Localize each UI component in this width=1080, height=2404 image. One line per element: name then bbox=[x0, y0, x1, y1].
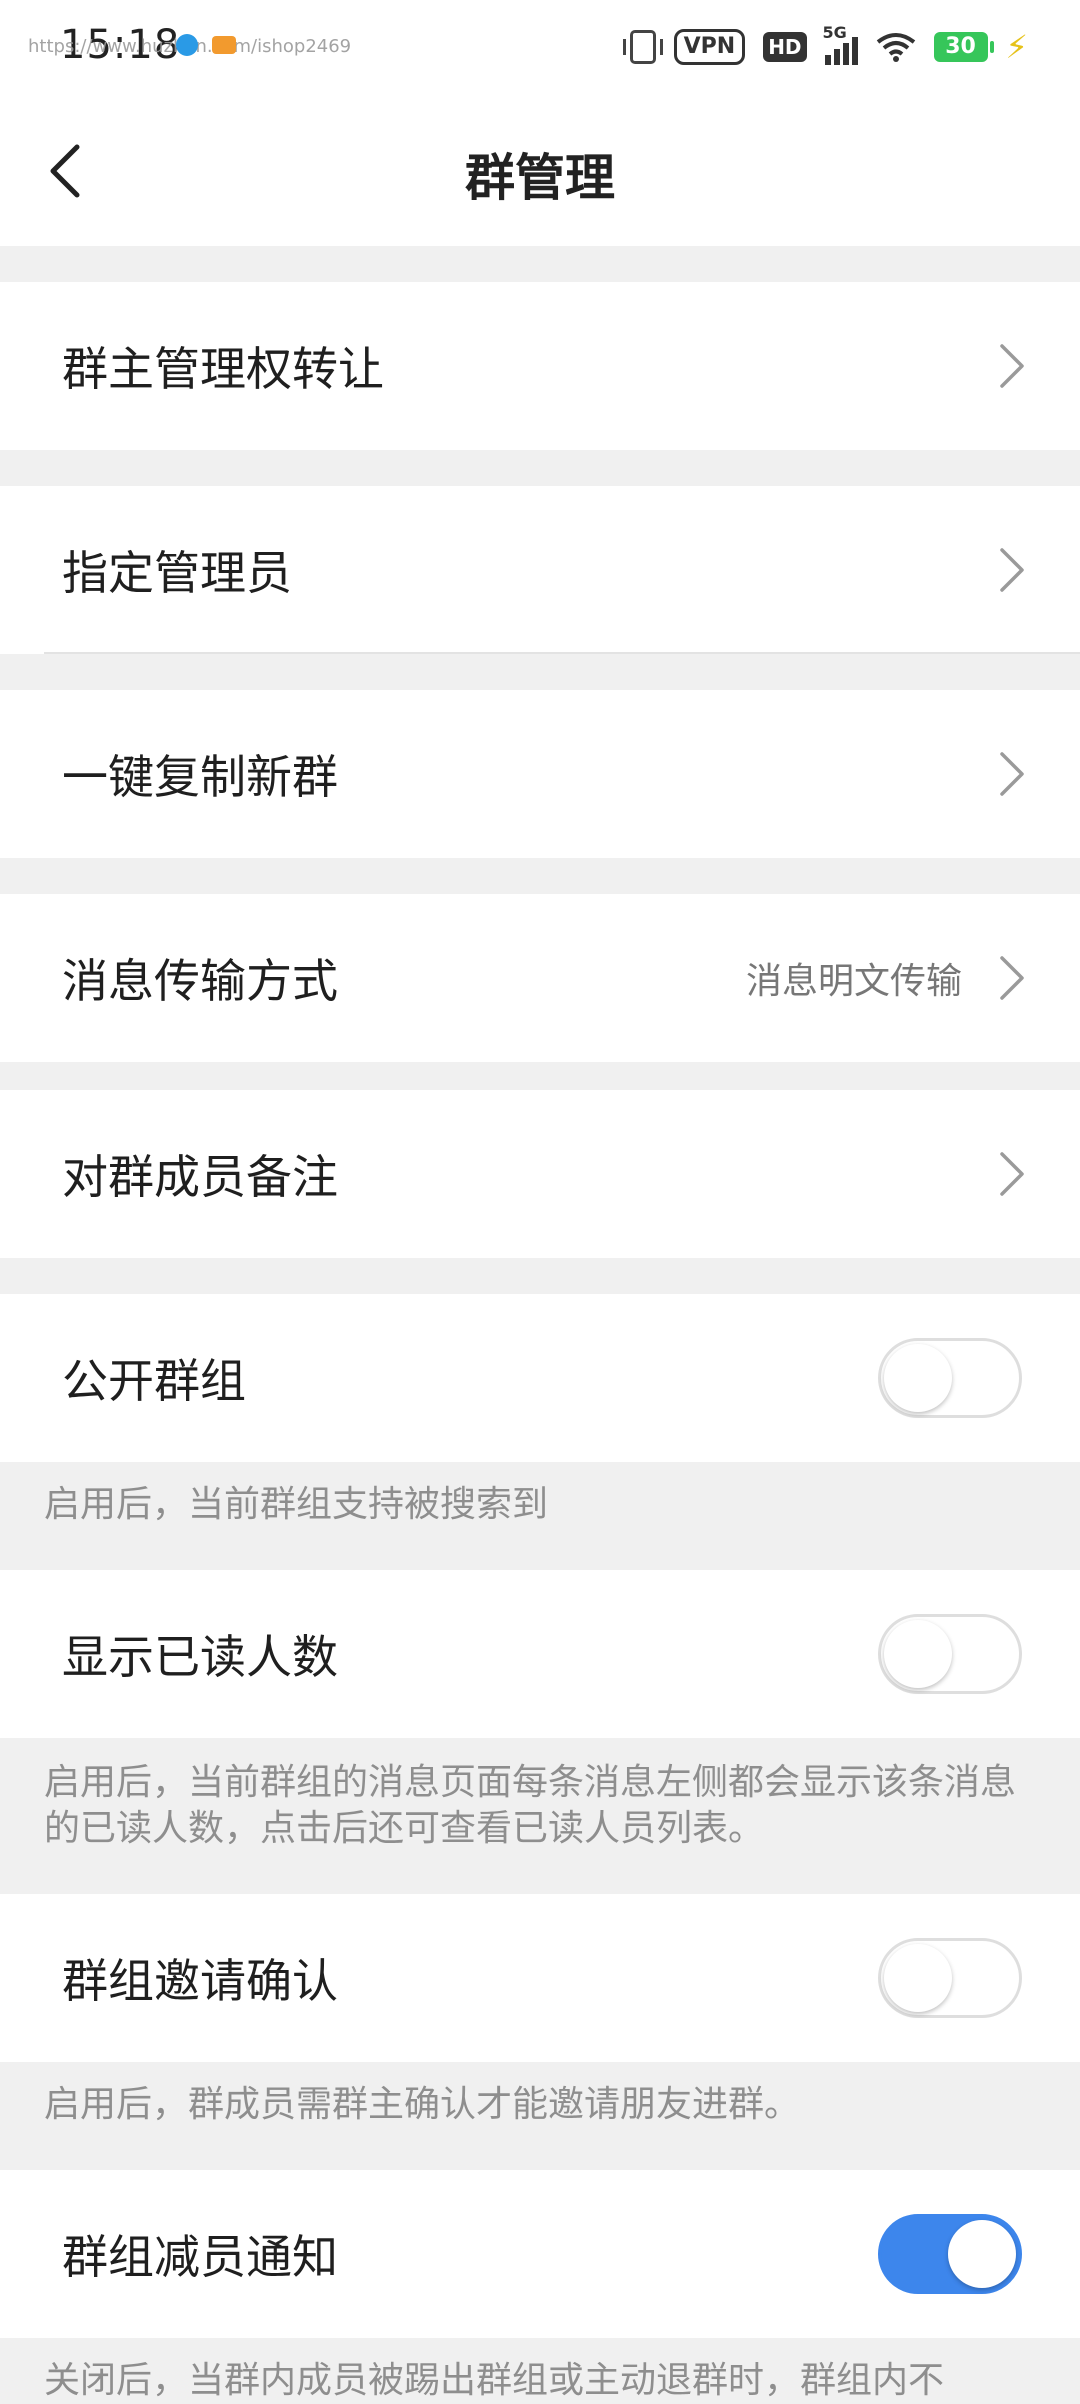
chevron-right-icon bbox=[1000, 956, 1024, 1000]
member-remarks-label: 对群成员备注 bbox=[62, 1150, 338, 1204]
chevron-right-icon bbox=[1000, 1152, 1024, 1196]
read-count-label: 显示已读人数 bbox=[62, 1630, 338, 1684]
message-notification-icon bbox=[212, 36, 236, 54]
divider bbox=[44, 652, 1080, 654]
read-count-description: 启用后，当前群组的消息页面每条消息左侧都会显示该条消息的已读人数，点击后还可查看… bbox=[44, 1762, 1017, 1849]
public-group-row: 公开群组 bbox=[0, 1294, 1080, 1462]
battery-icon: 30 bbox=[933, 32, 994, 62]
chevron-right-icon bbox=[1000, 548, 1024, 592]
leave-notice-toggle[interactable] bbox=[878, 2214, 1022, 2294]
copy-group-label: 一键复制新群 bbox=[62, 750, 338, 804]
toggle-knob bbox=[884, 1620, 952, 1688]
leave-notice-label: 群组减员通知 bbox=[62, 2230, 338, 2284]
toggle-knob bbox=[884, 1344, 952, 1412]
member-remarks-row[interactable]: 对群成员备注 bbox=[0, 1090, 1080, 1258]
public-group-toggle[interactable] bbox=[878, 1338, 1022, 1418]
status-left-icons bbox=[176, 34, 236, 56]
transfer-ownership-row[interactable]: 群主管理权转让 bbox=[0, 282, 1080, 450]
invite-confirm-description: 启用后，群成员需群主确认才能邀请朋友进群。 bbox=[44, 2084, 801, 2125]
assign-admins-label: 指定管理员 bbox=[62, 546, 292, 600]
invite-confirm-row: 群组邀请确认 bbox=[0, 1894, 1080, 2062]
read-count-row: 显示已读人数 bbox=[0, 1570, 1080, 1738]
wifi-icon bbox=[876, 33, 915, 62]
assign-admins-row[interactable]: 指定管理员 bbox=[0, 486, 1080, 654]
vibrate-icon bbox=[622, 30, 663, 64]
page-title: 群管理 bbox=[465, 149, 615, 207]
signal-icon: 5G bbox=[823, 23, 858, 65]
invite-confirm-toggle[interactable] bbox=[878, 1938, 1022, 2018]
network-type-label: 5G bbox=[822, 23, 847, 42]
chevron-right-icon bbox=[1000, 752, 1024, 796]
transmission-method-row[interactable]: 消息传输方式 消息明文传输 bbox=[0, 894, 1080, 1062]
public-group-label: 公开群组 bbox=[62, 1354, 246, 1408]
leave-notice-row: 群组减员通知 bbox=[0, 2170, 1080, 2338]
hd-badge: HD bbox=[763, 32, 807, 62]
copy-group-row[interactable]: 一键复制新群 bbox=[0, 690, 1080, 858]
transfer-ownership-label: 群主管理权转让 bbox=[62, 342, 384, 396]
leave-notice-description: 关闭后，当群内成员被踢出群组或主动退群时，群组内不 bbox=[44, 2360, 945, 2401]
status-right-icons: VPN HD 5G 30 ⚡ bbox=[622, 23, 1028, 66]
transmission-method-value: 消息明文传输 bbox=[745, 961, 962, 1002]
public-group-description: 启用后，当前群组支持被搜索到 bbox=[44, 1484, 549, 1525]
charging-icon: ⚡ bbox=[1005, 28, 1028, 66]
navigation-bar: 群管理 bbox=[0, 96, 1080, 246]
invite-confirm-label: 群组邀请确认 bbox=[62, 1954, 338, 2008]
app-notification-icon bbox=[176, 34, 198, 56]
vpn-badge: VPN bbox=[673, 29, 746, 65]
chevron-right-icon bbox=[1000, 344, 1024, 388]
read-count-toggle[interactable] bbox=[878, 1614, 1022, 1694]
status-bar: 15:18 https://www.huzhan.com/ishop2469 V… bbox=[0, 0, 1080, 96]
toggle-knob bbox=[884, 1944, 952, 2012]
transmission-method-label: 消息传输方式 bbox=[62, 954, 338, 1008]
toggle-knob bbox=[948, 2220, 1016, 2288]
